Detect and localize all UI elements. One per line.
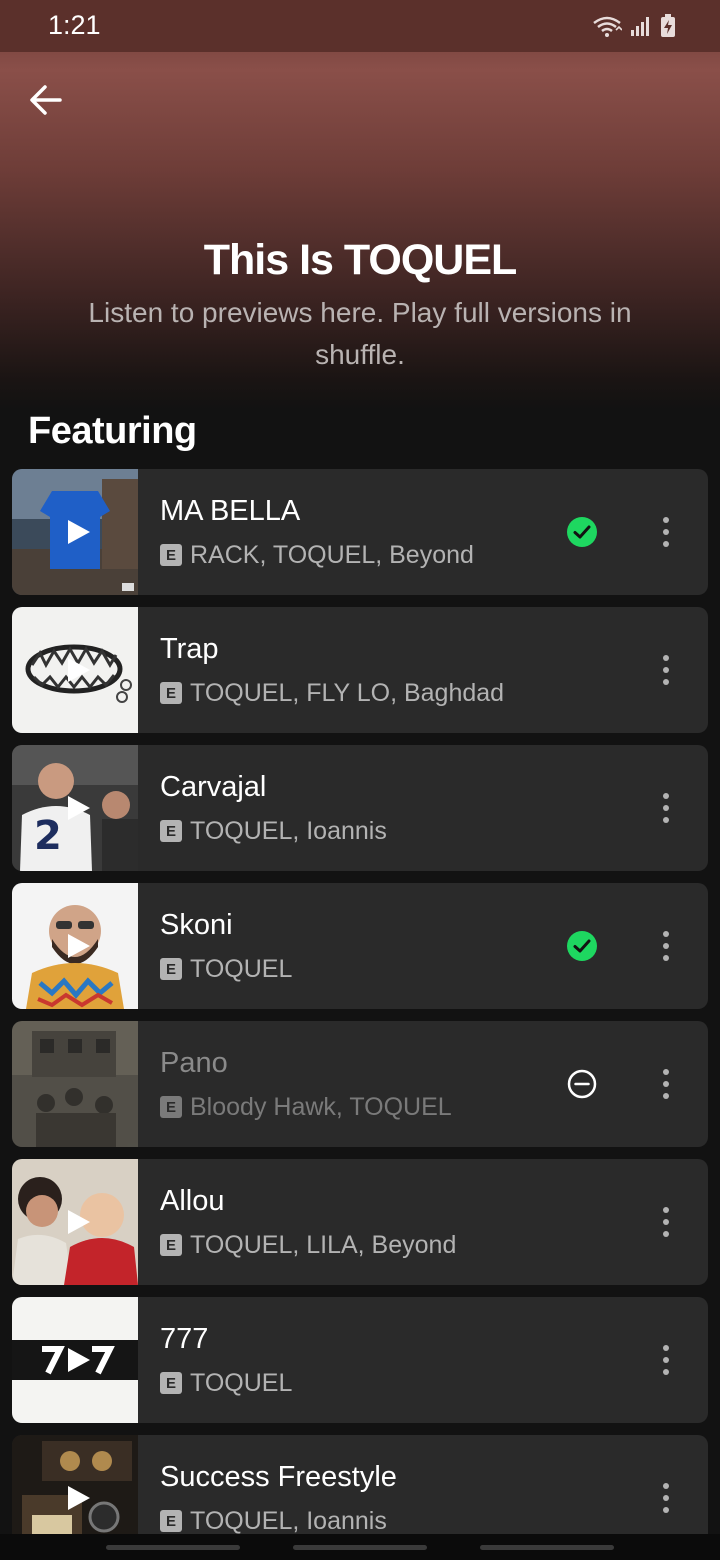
more-vertical-icon — [663, 517, 669, 547]
track-meta: E TOQUEL, LILA, Beyond — [160, 1231, 456, 1259]
track-title: Allou — [160, 1185, 225, 1217]
check-circle-icon[interactable] — [566, 930, 598, 962]
section-title: Featuring — [28, 410, 197, 452]
nav-handle[interactable] — [480, 1545, 614, 1550]
track-title: Trap — [160, 633, 219, 665]
explicit-badge: E — [160, 1510, 182, 1532]
track-meta: E TOQUEL, Ioannis — [160, 817, 387, 845]
status-icons — [592, 12, 676, 40]
playlist-subtitle: Listen to previews here. Play full versi… — [88, 297, 632, 370]
track-row[interactable]: 777 E TOQUEL — [12, 1297, 708, 1423]
more-options-button[interactable] — [648, 1478, 684, 1518]
album-cover — [12, 883, 138, 1009]
battery-charging-icon — [661, 14, 675, 37]
track-row[interactable]: Trap E TOQUEL, FLY LO, Baghdad — [12, 607, 708, 733]
track-row[interactable]: Allou E TOQUEL, LILA, Beyond — [12, 1159, 708, 1285]
play-icon — [68, 934, 90, 958]
track-title: Skoni — [160, 909, 233, 941]
track-artists: TOQUEL — [190, 1368, 293, 1397]
album-cover — [12, 607, 138, 733]
explicit-badge: E — [160, 1372, 182, 1394]
album-cover — [12, 1159, 138, 1285]
more-options-button[interactable] — [648, 512, 684, 552]
track-title: 777 — [160, 1323, 209, 1355]
more-options-button[interactable] — [648, 926, 684, 966]
status-time: 1:21 — [48, 10, 101, 40]
track-meta: E Bloody Hawk, TOQUEL — [160, 1093, 452, 1121]
more-vertical-icon — [663, 1207, 669, 1237]
more-vertical-icon — [663, 1069, 669, 1099]
explicit-badge: E — [160, 958, 182, 980]
arrow-left-icon — [30, 85, 62, 115]
track-title: Pano — [160, 1047, 228, 1079]
check-circle-icon[interactable] — [566, 516, 598, 548]
play-icon — [68, 1348, 90, 1372]
track-title: MA BELLA — [160, 495, 301, 527]
track-meta: E TOQUEL, Ioannis — [160, 1507, 387, 1535]
nav-handle[interactable] — [106, 1545, 240, 1550]
svg-text:2: 2 — [34, 813, 62, 859]
more-options-button[interactable] — [648, 650, 684, 690]
track-meta: E RACK, TOQUEL, Beyond — [160, 541, 474, 569]
track-row[interactable]: 2 Carvajal E TOQUEL, Ioannis — [12, 745, 708, 871]
album-cover — [12, 1021, 138, 1147]
play-icon — [68, 796, 90, 820]
album-cover — [12, 469, 138, 595]
playlist-title: This Is TOQUEL — [203, 236, 518, 284]
more-options-button[interactable] — [648, 1340, 684, 1380]
track-meta: E TOQUEL, FLY LO, Baghdad — [160, 679, 504, 707]
track-row[interactable]: Pano E Bloody Hawk, TOQUEL — [12, 1021, 708, 1147]
more-options-button[interactable] — [648, 1064, 684, 1104]
track-list: MA BELLA E RACK, TOQUEL, Beyond Trap E T… — [12, 469, 708, 1560]
track-artists: TOQUEL, Ioannis — [190, 816, 387, 845]
track-meta: E TOQUEL — [160, 955, 292, 983]
nav-handle[interactable] — [293, 1545, 427, 1550]
track-artists: RACK, TOQUEL, Beyond — [190, 540, 474, 569]
signal-icon — [631, 17, 649, 36]
system-navigation-bar — [0, 1534, 720, 1560]
track-title: Success Freestyle — [160, 1461, 397, 1493]
track-title: Carvajal — [160, 771, 267, 803]
explicit-badge: E — [160, 544, 182, 566]
track-row[interactable]: MA BELLA E RACK, TOQUEL, Beyond — [12, 469, 708, 595]
minus-circle-icon[interactable] — [566, 1068, 598, 1100]
more-options-button[interactable] — [648, 788, 684, 828]
album-cover: 2 — [12, 745, 138, 871]
more-options-button[interactable] — [648, 1202, 684, 1242]
track-artists: TOQUEL — [190, 954, 293, 983]
more-vertical-icon — [663, 931, 669, 961]
explicit-badge: E — [160, 1234, 182, 1256]
album-cover — [12, 1297, 138, 1423]
track-artists: TOQUEL, FLY LO, Baghdad — [190, 678, 505, 707]
play-icon — [68, 658, 90, 682]
more-vertical-icon — [663, 1483, 669, 1513]
explicit-badge: E — [160, 820, 182, 842]
track-row[interactable]: Skoni E TOQUEL — [12, 883, 708, 1009]
more-vertical-icon — [663, 1345, 669, 1375]
play-icon — [68, 520, 90, 544]
play-icon — [68, 1210, 90, 1234]
back-button[interactable] — [20, 74, 72, 126]
playlist-screen: 1:21 This Is TOQUEL Listen to previews h… — [0, 0, 720, 1560]
track-meta: E TOQUEL — [160, 1369, 292, 1397]
play-icon — [68, 1486, 90, 1510]
explicit-badge: E — [160, 682, 182, 704]
track-artists: Bloody Hawk, TOQUEL — [190, 1092, 452, 1121]
status-bar: 1:21 — [0, 0, 720, 52]
track-artists: TOQUEL, LILA, Beyond — [190, 1230, 457, 1259]
more-vertical-icon — [663, 655, 669, 685]
wifi-icon — [593, 16, 622, 37]
track-artists: TOQUEL, Ioannis — [190, 1506, 387, 1535]
more-vertical-icon — [663, 793, 669, 823]
explicit-badge: E — [160, 1096, 182, 1118]
